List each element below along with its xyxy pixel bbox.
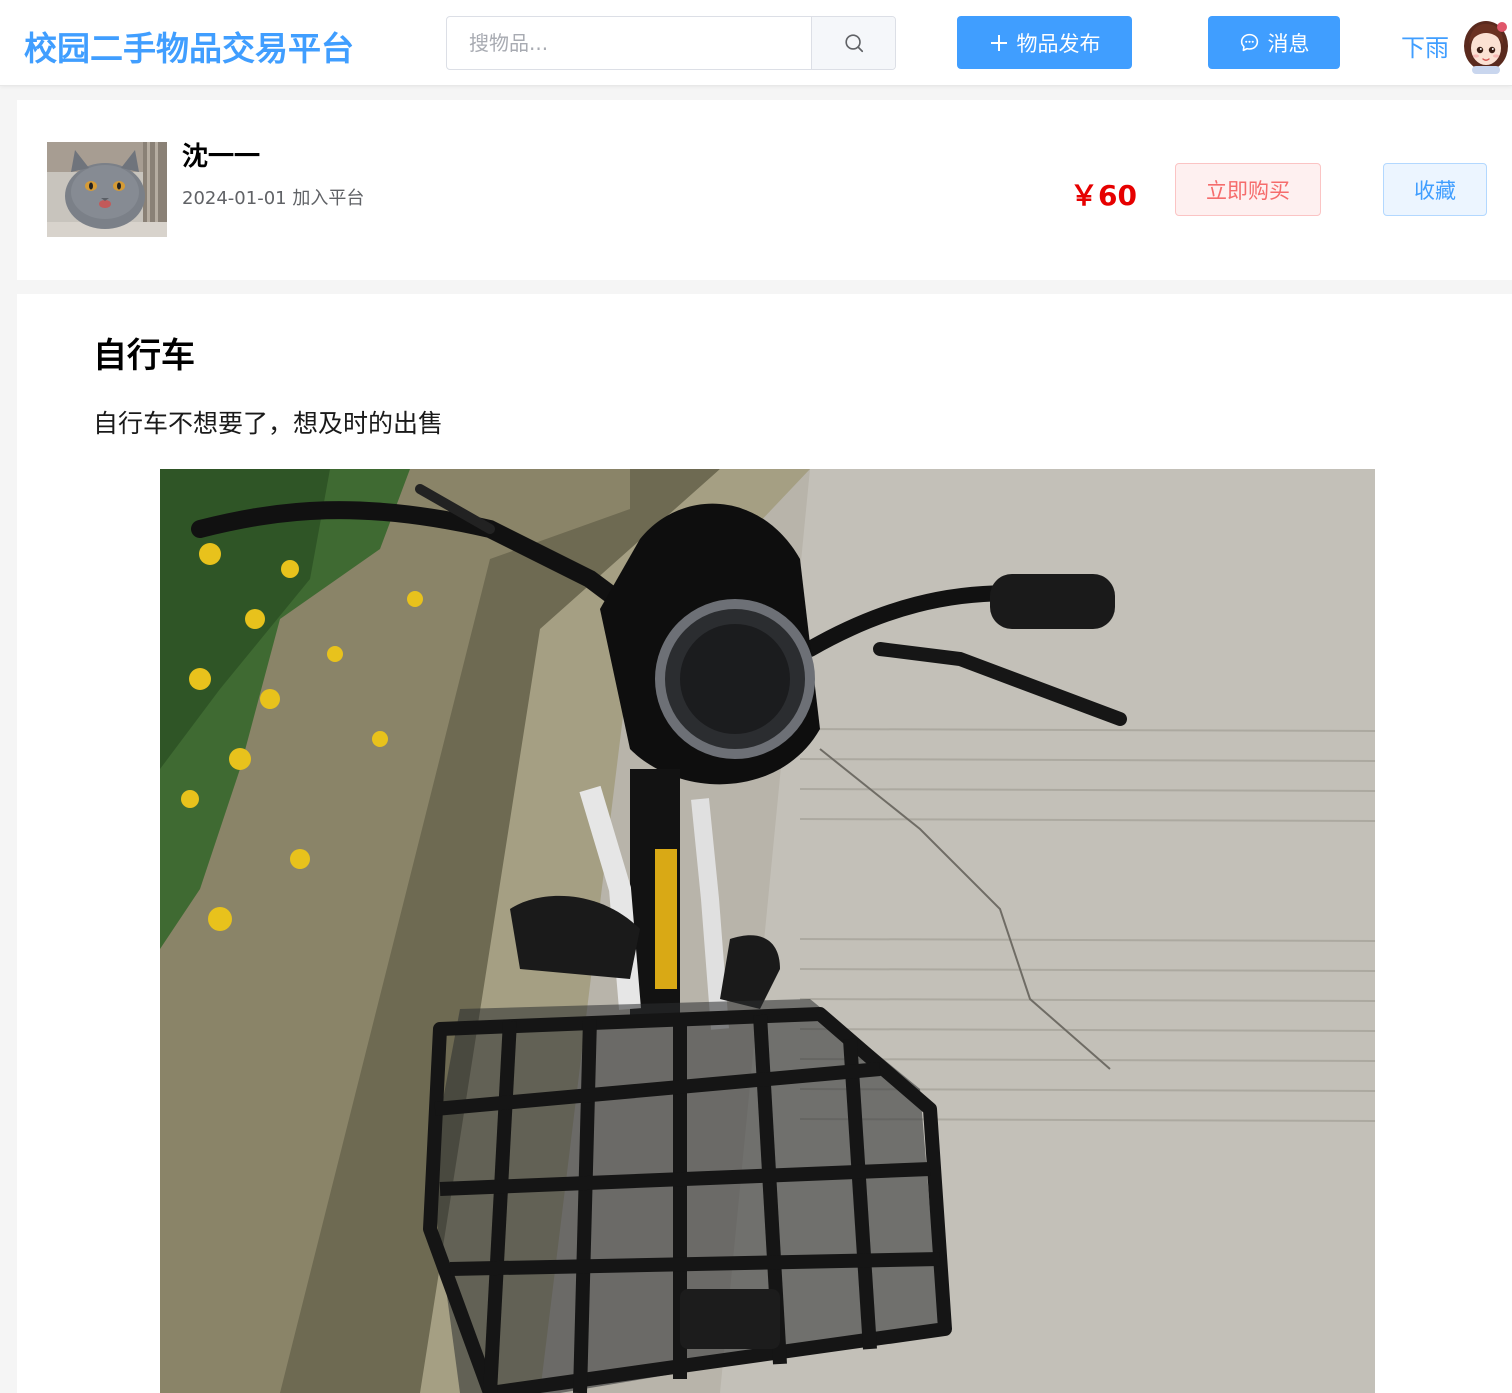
chat-bubble-icon bbox=[1240, 33, 1258, 52]
item-description: 自行车不想要了，想及时的出售 bbox=[93, 409, 444, 438]
search-input[interactable] bbox=[447, 17, 812, 69]
publish-item-button[interactable]: 物品发布 bbox=[957, 16, 1132, 69]
search-icon bbox=[844, 34, 863, 53]
search-button[interactable] bbox=[811, 17, 895, 69]
plus-icon bbox=[990, 34, 1007, 51]
site-logo[interactable]: 校园二手物品交易平台 bbox=[24, 22, 354, 70]
item-photo[interactable] bbox=[160, 469, 1375, 1393]
username-link[interactable]: 下雨 bbox=[1401, 28, 1449, 63]
search-bar bbox=[446, 16, 896, 70]
user-avatar[interactable] bbox=[1458, 14, 1512, 74]
seller-avatar[interactable] bbox=[47, 142, 167, 237]
buy-now-button[interactable]: 立即购买 bbox=[1175, 163, 1321, 216]
seller-name[interactable]: 沈一一 bbox=[182, 136, 260, 173]
item-detail-card: 自行车 自行车不想要了，想及时的出售 bbox=[17, 294, 1512, 1393]
publish-item-label: 物品发布 bbox=[1016, 31, 1101, 56]
item-price: ￥60 bbox=[1070, 179, 1137, 212]
messages-button[interactable]: 消息 bbox=[1208, 16, 1340, 69]
top-navbar: 校园二手物品交易平台 物品发布 消息 下雨 bbox=[0, 0, 1512, 86]
messages-label: 消息 bbox=[1267, 31, 1310, 56]
favorite-button[interactable]: 收藏 bbox=[1383, 163, 1487, 216]
seller-info-card: 沈一一 2024-01-01 加入平台 ￥60 立即购买 收藏 bbox=[17, 100, 1512, 280]
seller-join-date: 2024-01-01 加入平台 bbox=[182, 188, 365, 209]
item-title: 自行车 bbox=[93, 336, 195, 376]
